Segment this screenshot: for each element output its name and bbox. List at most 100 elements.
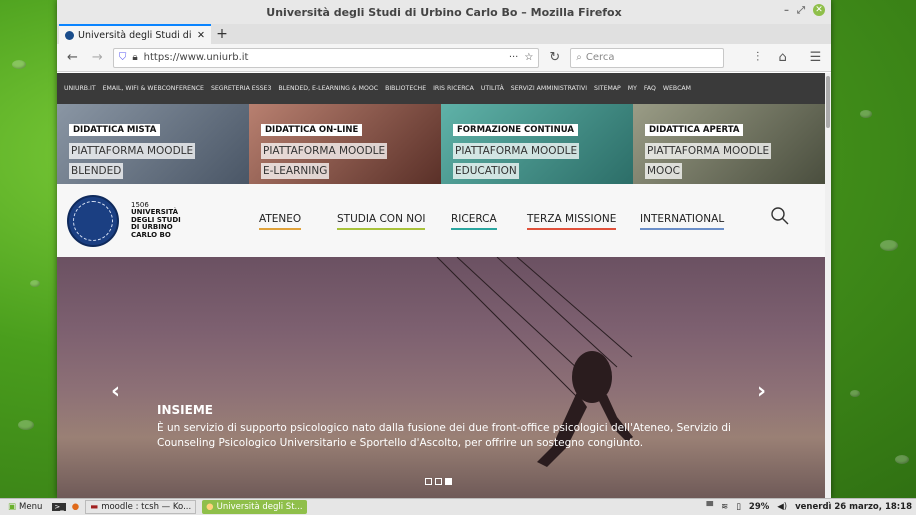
taskbar-app-firefox[interactable]: ● Università degli St... [202,500,307,514]
lock-icon[interactable]: 🔒︎ [132,52,137,63]
system-tray: ▀ ≋ ▯ 29% ◀) venerdì 26 marzo, 18:18 [707,502,912,512]
quick-link[interactable]: EMAIL, WIFI & WEBCONFERENCE [103,85,204,92]
search-input[interactable]: ⌕ Cerca [570,47,725,68]
home-icon[interactable]: ⌂ [773,48,792,68]
page-actions-icon[interactable]: ··· [509,52,519,63]
banner-line: BLENDED [69,163,124,179]
university-name[interactable]: 1506 UNIVERSITÀ DEGLI STUDI DI URBINO CA… [131,201,181,240]
bookmark-star-icon[interactable]: ☆ [524,52,533,63]
water-drop [880,240,898,251]
web-page: UNIURB.IT EMAIL, WIFI & WEBCONFERENCE SE… [57,73,825,498]
carousel-next-icon[interactable]: › [757,379,766,404]
banner-line: PIATTAFORMA MOODLE [453,143,580,159]
quick-link[interactable]: FAQ [644,85,656,92]
close-tab-icon[interactable]: ✕ [197,30,205,41]
carousel-dot-active[interactable] [445,478,452,485]
banner-line: PIATTAFORMA MOODLE [645,143,772,159]
library-icon[interactable]: ⫶ [748,48,767,68]
swing-ride-photo [436,257,633,467]
forward-icon[interactable]: → [88,48,107,68]
banner-line: PIATTAFORMA MOODLE [261,143,388,159]
user-icon[interactable]: ▀ [707,502,714,512]
banner-line: E-LEARNING [261,163,330,179]
firefox-window: Università degli Studi di Urbino Carlo B… [57,0,831,498]
url-text: https://www.uniurb.it [143,52,249,63]
brand-line: CARLO BO [131,230,171,239]
battery-level: 29% [748,502,770,512]
mint-logo-icon: ▣ [8,502,17,512]
start-menu-label: Menu [19,502,43,512]
terminal-launcher-icon[interactable]: >_ [52,503,66,511]
wifi-icon[interactable]: ≋ [721,502,728,512]
quick-link[interactable]: UNIURB.IT [64,85,96,92]
site-favicon-icon [65,30,74,40]
quick-link[interactable]: SITEMAP [594,85,621,92]
banner-line: EDUCATION [453,163,519,179]
carousel-dot[interactable] [425,478,432,485]
address-bar[interactable]: ⛉ 🔒︎ https://www.uniurb.it ··· ☆ [112,47,540,68]
window-titlebar[interactable]: Università degli Studi di Urbino Carlo B… [57,0,831,24]
water-drop [895,455,909,464]
menu-ateneo[interactable]: ATENEO [259,213,302,230]
search-placeholder: Cerca [585,52,615,63]
banner-heading: FORMAZIONE CONTINUA [453,124,578,136]
taskbar-app-terminal[interactable]: ▬ moodle : tcsh — Ko... [85,500,197,514]
quick-link[interactable]: UTILITÀ [481,85,504,92]
start-menu-button[interactable]: ▣ Menu [4,500,46,514]
menu-studia-con-noi[interactable]: STUDIA CON NOI [337,213,426,230]
quick-link[interactable]: IRIS RICERCA [433,85,474,92]
window-title: Università degli Studi di Urbino Carlo B… [266,5,622,19]
close-icon[interactable]: ✕ [813,4,825,16]
new-tab-button[interactable]: + [211,24,233,44]
quick-link[interactable]: SEGRETERIA ESSE3 [211,85,271,92]
battery-icon[interactable]: ▯ [736,502,741,512]
menu-terza-missione[interactable]: TERZA MISSIONE [527,213,617,230]
tab-strip: Università degli Studi di Urbi ✕ + [57,24,831,44]
menu-ricerca[interactable]: RICERCA [451,213,497,230]
banner-didattica-online[interactable]: DIDATTICA ON-LINE PIATTAFORMA MOODLE E-L… [249,104,441,184]
reload-icon[interactable]: ↻ [545,48,564,68]
water-drop [850,390,860,397]
page-scrollbar[interactable] [825,73,831,498]
minimize-icon[interactable]: – [784,5,789,16]
hero-caption: INSIEME È un servizio di supporto psicol… [157,403,737,451]
site-search-icon[interactable] [770,206,790,226]
menu-international[interactable]: INTERNATIONAL [640,213,725,230]
tab-title: Università degli Studi di Urbi [78,29,193,41]
firefox-launcher-icon[interactable]: ● [72,502,79,512]
hero-carousel: ‹ › INSIEME È un servizio di supporto ps… [57,257,825,498]
quick-link[interactable]: BIBLIOTECHE [385,85,426,92]
system-taskbar: ▣ Menu >_ ● ▬ moodle : tcsh — Ko... ● Un… [0,498,916,515]
firefox-icon: ● [206,502,214,512]
banner-line: MOOC [645,163,682,179]
shield-icon[interactable]: ⛉ [119,52,127,63]
clock[interactable]: venerdì 26 marzo, 18:18 [795,502,912,512]
navigation-toolbar: ← → ⛉ 🔒︎ https://www.uniurb.it ··· ☆ ↻ ⌕… [57,44,831,72]
university-seal-icon[interactable] [67,194,119,247]
water-drop [860,110,872,118]
quick-link[interactable]: BLENDED, E-LEARNING & MOOC [278,85,378,92]
volume-icon[interactable]: ◀) [777,502,787,512]
carousel-dot[interactable] [435,478,442,485]
taskbar-app-label: moodle : tcsh — Ko... [101,502,192,512]
hamburger-menu-icon[interactable]: ☰ [806,48,825,68]
hero-title[interactable]: INSIEME [157,403,737,417]
site-header: 1506 UNIVERSITÀ DEGLI STUDI DI URBINO CA… [57,184,825,257]
carousel-prev-icon[interactable]: ‹ [111,379,120,404]
maximize-icon[interactable]: ⤢ [797,5,805,16]
scrollbar-thumb[interactable] [826,76,830,128]
quick-link[interactable]: MY [628,85,637,92]
platform-banners: DIDATTICA MISTA PIATTAFORMA MOODLE BLEND… [57,104,825,184]
back-icon[interactable]: ← [63,48,82,68]
banner-heading: DIDATTICA ON-LINE [261,124,363,136]
quick-links-bar: UNIURB.IT EMAIL, WIFI & WEBCONFERENCE SE… [57,73,825,104]
banner-line: PIATTAFORMA MOODLE [69,143,196,159]
terminal-icon: ▬ [90,502,99,512]
carousel-indicators [425,478,452,485]
quick-link[interactable]: SERVIZI AMMINISTRATIVI [511,85,587,92]
banner-didattica-mista[interactable]: DIDATTICA MISTA PIATTAFORMA MOODLE BLEND… [57,104,249,184]
banner-formazione-continua[interactable]: FORMAZIONE CONTINUA PIATTAFORMA MOODLE E… [441,104,633,184]
quick-link[interactable]: WEBCAM [663,85,691,92]
browser-tab[interactable]: Università degli Studi di Urbi ✕ [59,24,211,44]
banner-didattica-aperta[interactable]: DIDATTICA APERTA PIATTAFORMA MOODLE MOOC [633,104,825,184]
